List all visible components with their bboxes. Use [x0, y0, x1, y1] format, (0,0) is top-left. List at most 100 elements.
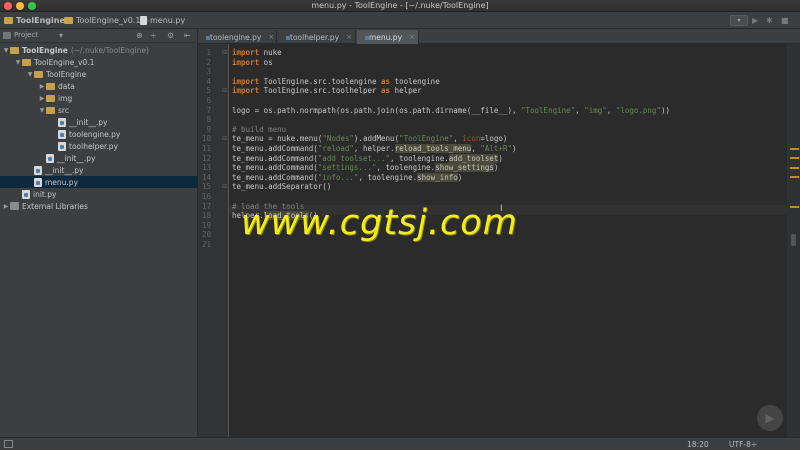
tree-item[interactable]: ▼ ToolEngine	[0, 68, 198, 80]
tree-item-label: ToolEngine_v0.1	[34, 57, 95, 67]
tree-item[interactable]: init.py	[0, 188, 198, 200]
fold-icon[interactable]: ⊟	[222, 87, 227, 94]
code-token: "ToolEngine"	[520, 105, 576, 115]
fold-icon[interactable]: ⊟	[222, 49, 227, 56]
expand-arrow-icon[interactable]: ▼	[26, 71, 34, 78]
tree-item[interactable]: __init__.py	[0, 164, 198, 176]
code-token: =logo)	[480, 134, 508, 144]
scrollbar-thumb[interactable]	[791, 234, 796, 246]
tree-item[interactable]: ▼ ToolEngine (~/.nuke/ToolEngine)	[0, 44, 198, 56]
collapse-arrow-icon[interactable]: ▶	[38, 83, 46, 90]
line-number: 9	[206, 124, 211, 134]
code-token: te_menu = nuke.menu(	[232, 134, 323, 144]
library-icon	[10, 202, 19, 210]
chevron-down-icon[interactable]: ▾	[59, 31, 63, 40]
code-token: te_menu.addCommand(	[232, 163, 318, 173]
code-token: "add toolset..."	[317, 153, 391, 163]
breadcrumb-toolengine-v0-1[interactable]: ToolEngine_v0.1 ›	[64, 15, 150, 26]
tree-item-label: init.py	[33, 189, 57, 199]
code-token: import	[232, 76, 260, 86]
tab-label: toolhelper.py	[290, 32, 340, 42]
line-number: 5	[206, 86, 211, 96]
file-encoding[interactable]: UTF-8÷	[729, 440, 757, 449]
code-token: )	[511, 144, 517, 153]
code-line: import nuke	[232, 48, 282, 58]
fold-icon[interactable]: ⊟	[222, 183, 227, 190]
collapse-icon[interactable]: ⇤	[184, 31, 191, 40]
warning-marker[interactable]	[790, 157, 799, 159]
code-token: te_menu.addCommand(	[232, 153, 318, 163]
line-number: 14	[201, 172, 211, 182]
fold-icon[interactable]: ⊟	[222, 135, 227, 142]
play-icon[interactable]: ▶	[752, 16, 758, 25]
tree-item[interactable]: toolengine.py	[0, 128, 198, 140]
code-token: import	[232, 86, 260, 96]
tree-item[interactable]: ▼ ToolEngine_v0.1	[0, 56, 198, 68]
collapse-arrow-icon[interactable]: ▶	[38, 95, 46, 102]
tree-item[interactable]: ▶ data	[0, 80, 198, 92]
target-icon[interactable]: ⊕	[136, 31, 143, 40]
folder-icon	[64, 17, 73, 24]
code-line: te_menu = nuke.menu("Nodes").addMenu("To…	[232, 134, 507, 144]
warning-marker[interactable]	[790, 176, 799, 178]
warning-marker[interactable]	[790, 206, 799, 208]
code-token: add_toolset	[448, 153, 499, 163]
code-token: "reload"	[317, 144, 354, 153]
code-line: te_menu.addCommand("reload", helper.relo…	[232, 144, 516, 154]
warning-marker[interactable]	[790, 148, 799, 150]
tree-item-label: ToolEngine	[46, 69, 87, 79]
gear-icon[interactable]: ⚙	[167, 31, 174, 40]
tab-toolhelper-py[interactable]: toolhelper.py ×	[278, 30, 356, 44]
code-token: ,	[575, 105, 585, 115]
tree-item[interactable]: __init__.py	[0, 116, 198, 128]
tab-toolengine-py[interactable]: toolengine.py ×	[198, 30, 277, 44]
expand-arrow-icon[interactable]: ▼	[14, 59, 22, 66]
code-token: )	[457, 172, 463, 182]
folder-icon	[46, 94, 55, 102]
tree-item-label: __init__.py	[57, 153, 96, 163]
code-token: import	[232, 48, 260, 57]
code-token: "settings..."	[317, 163, 377, 173]
tool-windows-icon[interactable]	[4, 440, 13, 448]
line-number: 11	[201, 144, 211, 153]
expand-arrow-icon[interactable]: ▼	[38, 107, 46, 114]
code-token: , toolengine.	[390, 153, 449, 163]
breadcrumb-label: ToolEngine_v0.1	[76, 16, 141, 25]
collapse-arrow-icon[interactable]: ▶	[2, 203, 10, 210]
tree-item[interactable]: ▶ External Libraries	[0, 200, 198, 212]
code-token: reload_tools_menu	[394, 144, 472, 153]
line-number: 8	[206, 115, 211, 125]
split-icon[interactable]: ÷	[150, 31, 157, 40]
tab-menu-py[interactable]: menu.py ×	[357, 30, 419, 44]
warning-marker[interactable]	[790, 167, 799, 169]
breadcrumb-menu-py[interactable]: menu.py	[140, 15, 185, 26]
tree-item[interactable]: menu.py	[0, 176, 198, 188]
expand-arrow-icon[interactable]: ▼	[2, 47, 10, 54]
close-icon[interactable]: ×	[268, 33, 274, 41]
tree-item[interactable]: ▼ src	[0, 104, 198, 116]
run-configuration-dropdown[interactable]: ▾	[730, 15, 748, 26]
cursor-position[interactable]: 18:20	[687, 440, 709, 449]
python-file-icon	[34, 165, 42, 175]
line-number: 10	[201, 134, 211, 144]
folder-icon	[46, 106, 55, 114]
project-view-label[interactable]: Project	[14, 31, 38, 39]
code-line: te_menu.addCommand("add toolset...", too…	[232, 153, 503, 164]
tree-item[interactable]: ▶ img	[0, 92, 198, 104]
tree-item[interactable]: __init__.py	[0, 152, 198, 164]
folder-icon	[46, 82, 55, 90]
close-icon[interactable]: ×	[409, 33, 415, 41]
code-token: te_menu.addCommand(	[232, 172, 318, 182]
tree-item[interactable]: toolhelper.py	[0, 140, 198, 152]
tree-item-label: data	[58, 81, 75, 91]
close-icon[interactable]: ×	[346, 33, 352, 41]
code-token: ,	[453, 134, 463, 144]
stop-icon[interactable]: ■	[781, 16, 789, 25]
navigation-bar: ToolEngine › ToolEngine_v0.1 › menu.py ▾…	[0, 12, 800, 29]
python-file-icon	[58, 129, 66, 139]
breadcrumb-label: ToolEngine	[16, 16, 65, 25]
code-token: te_menu.addSeparator()	[232, 182, 332, 192]
window-title: menu.py - ToolEngine - [~/.nuke/ToolEngi…	[311, 1, 489, 10]
breadcrumb-label: menu.py	[150, 16, 186, 25]
bug-icon[interactable]: ✱	[766, 16, 773, 25]
